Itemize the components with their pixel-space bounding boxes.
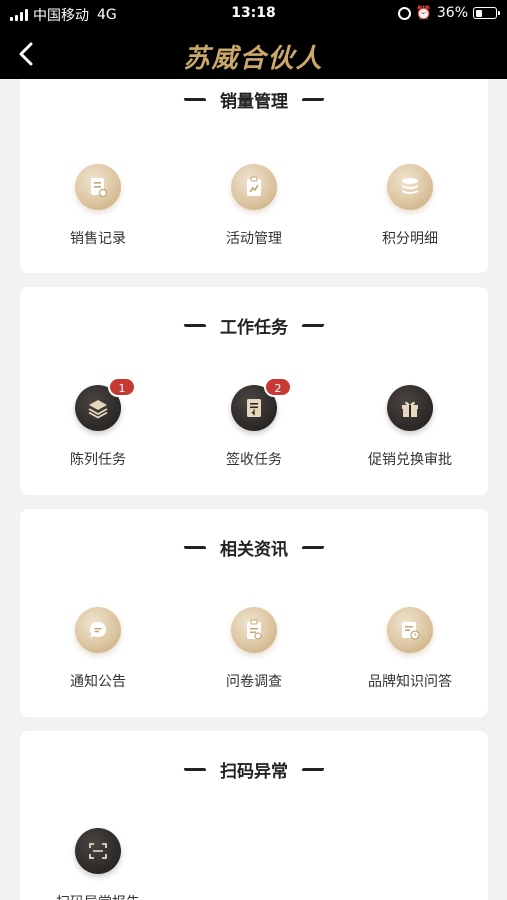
alarm-icon: ⏰ — [415, 5, 432, 21]
menu-item-notices[interactable]: 通知公告 — [20, 607, 176, 717]
chat-bubble-icon — [75, 607, 121, 653]
notification-badge: 2 — [264, 377, 292, 397]
main-content[interactable]: 销量管理 销售记录 活动管理 积分明细 工作任务 1 陈列任务 2 签收任务 促… — [0, 79, 507, 900]
title-dash-right — [301, 546, 325, 549]
section-title: 相关资讯 — [20, 535, 488, 560]
section-title-text: 销量管理 — [220, 92, 288, 112]
item-label: 促销兑换审批 — [368, 452, 452, 468]
title-dash-left — [183, 768, 207, 771]
section-related-news: 相关资讯 通知公告 问卷调查 品牌知识问答 — [20, 509, 488, 717]
menu-item-display-tasks[interactable]: 1 陈列任务 — [20, 377, 176, 495]
item-label: 销售记录 — [70, 231, 126, 247]
section-title-text: 扫码异常 — [220, 762, 288, 782]
section-work-tasks: 工作任务 1 陈列任务 2 签收任务 促销兑换审批 — [20, 287, 488, 495]
item-label: 品牌知识问答 — [368, 674, 452, 690]
item-label: 问卷调查 — [226, 674, 282, 690]
title-dash-right — [301, 98, 325, 101]
menu-item-sales-records[interactable]: 销售记录 — [20, 164, 176, 274]
section-title: 销量管理 — [20, 87, 488, 112]
item-label: 活动管理 — [226, 231, 282, 247]
menu-item-promotion-approval[interactable]: 促销兑换审批 — [332, 385, 488, 495]
title-dash-left — [183, 546, 207, 549]
section-sales-management: 销量管理 销售记录 活动管理 积分明细 — [20, 79, 488, 273]
scan-icon — [75, 828, 121, 874]
status-bar: 中国移动 4G 13:18 ⏰ 36% — [0, 0, 507, 28]
menu-item-receipt-tasks[interactable]: 2 签收任务 — [176, 377, 332, 495]
section-title: 扫码异常 — [20, 757, 488, 782]
title-dash-left — [183, 324, 207, 327]
section-title-text: 工作任务 — [220, 318, 288, 338]
survey-icon — [231, 607, 277, 653]
app-logo-title: 苏威合伙人 — [183, 44, 324, 74]
item-label: 扫码异常报告 — [20, 892, 176, 900]
menu-item-activity-management[interactable]: 活动管理 — [176, 164, 332, 274]
item-label: 陈列任务 — [70, 452, 126, 468]
qa-document-icon — [387, 607, 433, 653]
item-label: 积分明细 — [382, 231, 438, 247]
menu-item-survey[interactable]: 问卷调查 — [176, 607, 332, 717]
section-scan-exceptions: 扫码异常 扫码异常报告 — [20, 731, 488, 900]
section-title: 工作任务 — [20, 313, 488, 338]
battery-percent: 36% — [436, 5, 468, 21]
status-right: ⏰ 36% — [397, 5, 500, 21]
section-title-text: 相关资讯 — [220, 540, 288, 560]
menu-item-scan-exception-report[interactable]: 扫码异常报告 — [20, 828, 176, 900]
orientation-lock-icon — [397, 6, 411, 20]
item-label: 签收任务 — [226, 452, 282, 468]
battery-icon — [473, 7, 500, 19]
clipboard-chart-icon — [231, 164, 277, 210]
notification-badge: 1 — [108, 377, 136, 397]
menu-item-points-details[interactable]: 积分明细 — [332, 164, 488, 274]
gift-icon — [387, 385, 433, 431]
title-dash-right — [301, 324, 325, 327]
coins-stack-icon — [387, 164, 433, 210]
title-dash-left — [183, 98, 207, 101]
menu-item-brand-quiz[interactable]: 品牌知识问答 — [332, 607, 488, 717]
title-dash-right — [301, 768, 325, 771]
item-label: 通知公告 — [70, 674, 126, 690]
document-icon — [75, 164, 121, 210]
navigation-bar: 苏威合伙人 — [0, 28, 507, 79]
